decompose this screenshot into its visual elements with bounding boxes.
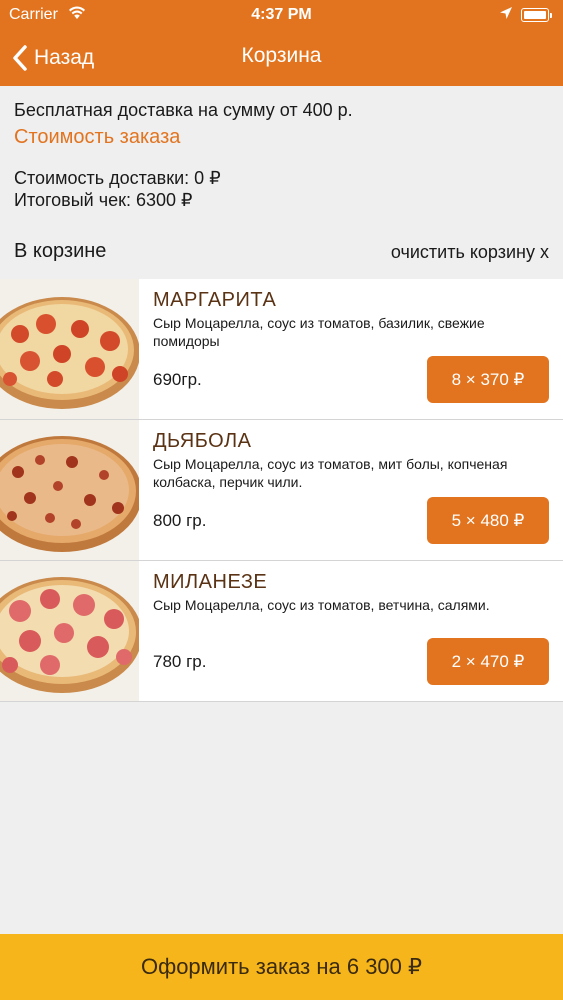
quantity-price-button[interactable]: 8 × 370 ₽: [427, 356, 549, 403]
pizza-image: [0, 561, 139, 701]
item-name: МАРГАРИТА: [153, 289, 277, 311]
quantity-price-button[interactable]: 2 × 470 ₽: [427, 638, 549, 685]
status-bar: Carrier 4:37 PM: [0, 0, 563, 30]
cart-item: ДЬЯБОЛА Сыр Моцарелла, соус из томатов, …: [0, 420, 563, 561]
cart-item: МАРГАРИТА Сыр Моцарелла, соус из томатов…: [0, 279, 563, 420]
item-weight: 800 гр.: [153, 511, 207, 530]
page-title: Корзина: [241, 44, 322, 67]
clear-cart-button[interactable]: очистить корзину x: [391, 242, 549, 263]
battery-icon: [521, 8, 552, 22]
clock: 4:37 PM: [251, 6, 312, 23]
location-arrow-icon: [499, 5, 513, 26]
total-amount: Итоговый чек: 6300 ₽: [14, 190, 193, 210]
item-name: ДЬЯБОЛА: [153, 430, 252, 452]
item-weight: 690гр.: [153, 370, 202, 389]
navigation-bar: Назад Корзина: [0, 30, 563, 86]
quantity-price-button[interactable]: 5 × 480 ₽: [427, 497, 549, 544]
cart-item: МИЛАНЕЗЕ Сыр Моцарелла, соус из томатов,…: [0, 561, 563, 702]
delivery-cost: Стоимость доставки: 0 ₽: [14, 168, 221, 188]
free-delivery-text: Бесплатная доставка на сумму от 400 р.: [14, 100, 353, 120]
item-weight: 780 гр.: [153, 652, 207, 671]
item-name: МИЛАНЕЗЕ: [153, 571, 268, 593]
item-description: Сыр Моцарелла, соус из томатов, мит болы…: [153, 456, 508, 490]
checkout-button[interactable]: Оформить заказ на 6 300 ₽: [0, 934, 563, 1000]
order-cost-link[interactable]: Стоимость заказа: [14, 126, 180, 149]
item-description: Сыр Моцарелла, соус из томатов, ветчина,…: [153, 597, 490, 613]
cart-heading: В корзине: [14, 240, 107, 262]
item-description: Сыр Моцарелла, соус из томатов, базилик,…: [153, 315, 485, 349]
cart-list: МАРГАРИТА Сыр Моцарелла, соус из томатов…: [0, 279, 563, 702]
pizza-image: [0, 279, 139, 419]
pizza-image: [0, 420, 139, 560]
